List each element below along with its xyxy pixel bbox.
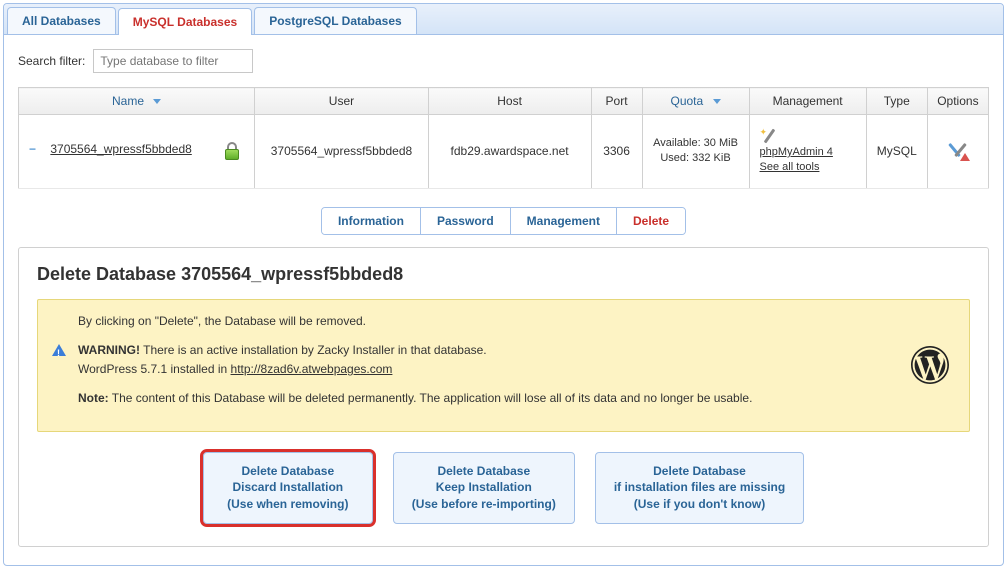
col-management[interactable]: Management — [749, 88, 866, 115]
btn-line: Keep Installation — [412, 479, 556, 496]
col-type[interactable]: Type — [866, 88, 927, 115]
detail-tabs: Information Password Management Delete — [18, 207, 989, 235]
note-label: Note: — [78, 391, 109, 405]
phpmyadmin-link[interactable]: phpMyAdmin 4 — [760, 146, 833, 158]
cell-host: fdb29.awardspace.net — [428, 115, 591, 189]
cell-port: 3306 — [591, 115, 642, 189]
subtab-password[interactable]: Password — [421, 208, 511, 234]
sort-desc-icon — [153, 99, 161, 104]
col-user[interactable]: User — [255, 88, 428, 115]
col-name[interactable]: Name — [19, 88, 255, 115]
cell-quota: Available: 30 MiB Used: 332 KiB — [642, 115, 749, 189]
cell-type: MySQL — [866, 115, 927, 189]
table-row: − 3705564_wpressf5bbded8 3705564_wpressf… — [19, 115, 989, 189]
search-row: Search filter: — [18, 49, 989, 73]
quota-available: Available: 30 MiB — [651, 136, 741, 151]
btn-line: if installation files are missing — [614, 479, 785, 496]
btn-line: Delete Database — [614, 463, 785, 480]
warning-icon — [52, 344, 66, 358]
wand-icon — [760, 127, 778, 145]
col-options[interactable]: Options — [927, 88, 988, 115]
cell-name: − 3705564_wpressf5bbded8 — [19, 115, 255, 189]
delete-panel-title: Delete Database 3705564_wpressf5bbded8 — [37, 264, 970, 285]
tools-icon[interactable] — [948, 141, 968, 159]
delete-panel: Delete Database 3705564_wpressf5bbded8 B… — [18, 247, 989, 547]
col-host[interactable]: Host — [428, 88, 591, 115]
tab-mysql-databases[interactable]: MySQL Databases — [118, 8, 253, 35]
col-name-label: Name — [112, 94, 144, 108]
note-text: The content of this Database will be del… — [109, 391, 753, 405]
cell-management: phpMyAdmin 4 See all tools — [749, 115, 866, 189]
action-buttons-row: Delete Database Discard Installation (Us… — [37, 452, 970, 524]
subtab-delete[interactable]: Delete — [617, 208, 685, 234]
tab-postgresql-databases[interactable]: PostgreSQL Databases — [254, 7, 417, 34]
btn-line: (Use before re-importing) — [412, 496, 556, 513]
delete-keep-button[interactable]: Delete Database Keep Installation (Use b… — [393, 452, 575, 524]
tab-all-databases[interactable]: All Databases — [7, 7, 116, 34]
btn-line: (Use when removing) — [222, 496, 354, 513]
subtab-management[interactable]: Management — [511, 208, 617, 234]
database-panel: All Databases MySQL Databases PostgreSQL… — [3, 3, 1004, 566]
col-quota[interactable]: Quota — [642, 88, 749, 115]
see-all-tools-link[interactable]: See all tools — [760, 161, 820, 173]
lock-icon — [224, 142, 240, 160]
cell-user: 3705564_wpressf5bbded8 — [255, 115, 428, 189]
warning-box: By clicking on "Delete", the Database wi… — [37, 299, 970, 432]
delete-missing-button[interactable]: Delete Database if installation files ar… — [595, 452, 804, 524]
top-tabs: All Databases MySQL Databases PostgreSQL… — [4, 4, 1003, 35]
btn-line: Delete Database — [412, 463, 556, 480]
quota-used: Used: 332 KiB — [651, 151, 741, 166]
panel-body: Search filter: Name User Host Port Quota — [4, 35, 1003, 565]
collapse-toggle[interactable]: − — [29, 142, 41, 156]
search-label: Search filter: — [18, 54, 85, 68]
warning-text: There is an active installation by Zacky… — [140, 343, 487, 357]
btn-line: Delete Database — [222, 463, 354, 480]
subtab-information[interactable]: Information — [322, 208, 421, 234]
cell-options — [927, 115, 988, 189]
warning-line2: WARNING! There is an active installation… — [78, 341, 955, 379]
btn-line: Discard Installation — [222, 479, 354, 496]
sort-desc-icon — [713, 99, 721, 104]
databases-table: Name User Host Port Quota Management Typ… — [18, 87, 989, 189]
warning-label: WARNING! — [78, 343, 140, 357]
search-input[interactable] — [93, 49, 253, 73]
install-url-link[interactable]: http://8zad6v.atwebpages.com — [231, 362, 393, 376]
wordpress-icon — [911, 346, 949, 384]
warning-line1: By clicking on "Delete", the Database wi… — [78, 312, 955, 331]
install-prefix: WordPress 5.7.1 installed in — [78, 362, 231, 376]
col-port[interactable]: Port — [591, 88, 642, 115]
delete-discard-button[interactable]: Delete Database Discard Installation (Us… — [203, 452, 373, 524]
col-quota-label: Quota — [671, 94, 704, 108]
btn-line: (Use if you don't know) — [614, 496, 785, 513]
warning-note: Note: The content of this Database will … — [78, 389, 955, 408]
database-name-link[interactable]: 3705564_wpressf5bbded8 — [50, 142, 191, 156]
